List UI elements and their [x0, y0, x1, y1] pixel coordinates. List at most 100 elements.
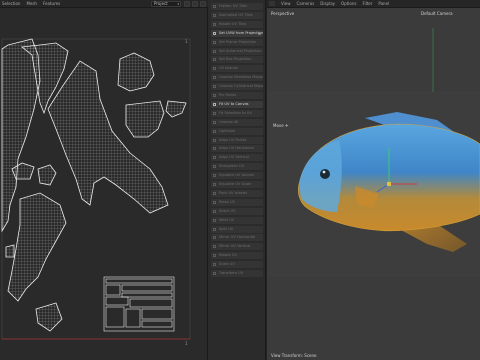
tool-icon	[213, 31, 216, 35]
menu-selection[interactable]: Selection	[2, 1, 20, 6]
tool-button[interactable]: Split UV	[211, 225, 263, 233]
vp-menu-panel[interactable]: Panel	[378, 1, 389, 6]
tool-button-label: Stitch UV	[219, 208, 236, 213]
tool-button-label: Split UV	[219, 226, 234, 231]
tool-button[interactable]: Unwrap Cylindrical Mapping	[211, 83, 263, 91]
tool-icon	[213, 236, 216, 240]
tool-icon	[213, 272, 216, 275]
tool-button[interactable]: Align UV Horizontal	[211, 145, 263, 153]
camera-name-label[interactable]: Default Camera	[421, 11, 453, 16]
tool-button[interactable]: Align UV Points	[211, 136, 263, 144]
vp-menu-cameras[interactable]: Cameras	[297, 1, 315, 6]
tool-icon	[213, 102, 216, 106]
tool-button[interactable]: Unwrap All	[211, 118, 263, 126]
tool-icon	[213, 254, 216, 258]
tool-button[interactable]: Pack UV Islands	[211, 189, 263, 197]
tool-button-label: Align UV Points	[219, 137, 247, 142]
settings-icon[interactable]	[200, 1, 206, 7]
tool-icon	[213, 138, 216, 142]
tool-button[interactable]: UV Islands	[211, 65, 263, 73]
tool-button[interactable]: Stitch UV	[211, 207, 263, 215]
viewport-panel: View Cameras Display Options Filter Pane…	[267, 0, 480, 360]
tool-button-label: Mirror UV Vertical	[219, 244, 251, 249]
move-icon: ✛	[285, 123, 289, 128]
grid-icon[interactable]	[192, 1, 198, 7]
project-select-label: Project	[154, 1, 168, 6]
menu-features[interactable]: Features	[43, 1, 60, 6]
tool-button[interactable]: Fit UV to Canvas	[211, 100, 263, 108]
project-select[interactable]: Project ▾	[151, 1, 181, 7]
fish-eye	[320, 169, 330, 179]
tool-button[interactable]: Set UVW from Projection	[211, 29, 263, 37]
option-dot-icon[interactable]	[258, 31, 261, 35]
uv-island-small-3	[35, 302, 63, 332]
uv-island-tail	[7, 192, 67, 302]
tool-button[interactable]: Mirror UV Horizontal	[211, 234, 263, 242]
tool-button-label: Set Spherical Projection	[219, 48, 262, 53]
tool-button[interactable]: Set Spherical Projection	[211, 47, 263, 55]
tool-button-label: Relax UV	[219, 199, 236, 204]
uv-corner-marker: 1	[185, 341, 188, 346]
tool-icon	[213, 263, 216, 267]
tool-button[interactable]: Normalize UV Tiles	[211, 11, 263, 19]
tool-button[interactable]: Relax UV	[211, 198, 263, 206]
menu-mesh[interactable]: Mesh	[26, 1, 37, 6]
tool-button[interactable]: Align UV Vertical	[211, 154, 263, 162]
tool-button-label: Equalize UV Scale	[219, 182, 252, 186]
tool-button-label: Optimize	[219, 128, 236, 133]
tool-button-label: Mirror UV Horizontal	[219, 235, 256, 240]
tool-button-label: Unwrap All	[219, 119, 239, 124]
tool-button[interactable]: Mirror UV Vertical	[211, 243, 263, 251]
vp-menu-view[interactable]: View	[281, 1, 291, 6]
tool-icon	[213, 191, 216, 195]
tool-button[interactable]: Transform UV	[211, 270, 263, 277]
tool-icon	[213, 174, 216, 178]
tool-button[interactable]: Flatten UV Tiles	[211, 3, 263, 10]
tool-icon	[213, 58, 216, 62]
tool-button-label: Pack UV Islands	[219, 190, 248, 195]
tool-icon	[213, 120, 216, 124]
tool-button-label: Straighten UV	[219, 164, 245, 169]
tool-button-label: Scale UV	[219, 262, 235, 267]
tool-button-label: Normalize UV Tiles	[219, 12, 253, 17]
tool-button[interactable]: Optimize	[211, 127, 263, 135]
uv-island-small-2	[37, 164, 57, 186]
tool-button-label: Set UVW from Projection	[219, 30, 263, 35]
gizmo-mode-label: Move ✛	[273, 123, 288, 128]
tool-button[interactable]: Equalize UV Scale	[211, 181, 263, 188]
tool-button[interactable]: Rotate UV	[211, 252, 263, 260]
vp-menu-filter[interactable]: Filter	[362, 1, 372, 6]
uv-editor-panel: Selection Mesh Features Project ▾ 1 1	[0, 0, 208, 360]
tool-button[interactable]: Straighten UV	[211, 163, 263, 171]
tool-button[interactable]: Pin Points	[211, 92, 263, 99]
tool-icon	[213, 67, 216, 71]
gizmo-mode-text: Move	[273, 123, 284, 128]
vp-menu-options[interactable]: Options	[341, 1, 356, 6]
tool-button-label: Rotate UV	[219, 253, 237, 258]
tool-icon	[213, 209, 216, 213]
uv-canvas[interactable]: 1 1	[0, 9, 208, 360]
uv-tool-panel: Flatten UV Tiles Normalize UV Tiles Rotate…	[208, 0, 266, 360]
vp-menu-icon-cell[interactable]	[269, 1, 275, 6]
tool-button[interactable]: Fit Selection to UV	[211, 109, 263, 117]
tool-button[interactable]: Scale UV	[211, 261, 263, 269]
tool-button-label: Pin Points	[219, 93, 237, 97]
viewport-menubar: View Cameras Display Options Filter Pane…	[267, 0, 480, 8]
tool-button-label: Fit Selection to UV	[219, 110, 252, 115]
vp-menu-display[interactable]: Display	[320, 1, 335, 6]
tool-button[interactable]: Rotate UV Tiles	[211, 20, 263, 28]
tool-icon	[213, 156, 216, 160]
tool-button[interactable]: Set Box Projection	[211, 56, 263, 64]
uv-island-fin-right	[165, 100, 187, 118]
tool-button[interactable]: Equalize UV Islands	[211, 172, 263, 180]
link-icon[interactable]	[184, 1, 190, 7]
tool-button-label: Rotate UV Tiles	[219, 21, 247, 26]
tool-icon	[213, 218, 216, 222]
uv-island-fin-top	[117, 52, 155, 92]
tool-icon	[213, 85, 216, 89]
viewport-canvas[interactable]	[267, 8, 480, 360]
tool-button[interactable]: Set Planar Projection	[211, 38, 263, 46]
tool-button[interactable]: Weld UV	[211, 216, 263, 224]
tool-button[interactable]: Unwrap Seamless Mapping	[211, 74, 263, 82]
tool-button-label: Unwrap Seamless Mapping	[219, 75, 263, 80]
